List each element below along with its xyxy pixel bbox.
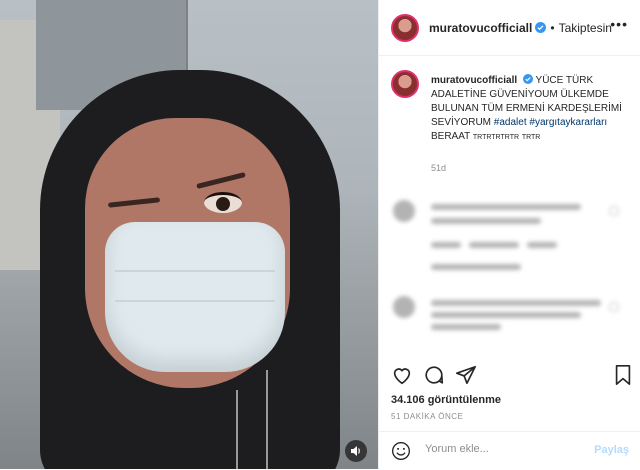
view-count[interactable]: 34.106 görüntülenme	[391, 394, 501, 406]
follow-status-button[interactable]: Takiptesin	[559, 21, 612, 35]
comment-box: Paylaş	[379, 431, 640, 470]
hoodie-string	[236, 390, 238, 469]
mask-fold	[115, 300, 275, 302]
paper-plane-icon[interactable]	[455, 364, 477, 386]
smile-icon[interactable]	[391, 441, 411, 461]
caption-trtr: TRTR	[521, 134, 541, 141]
post-header: muratovucofficiall • Takiptesin •••	[379, 0, 640, 56]
comment-icon[interactable]	[423, 364, 445, 386]
avatar[interactable]	[391, 70, 419, 98]
audio-toggle-button[interactable]	[345, 440, 367, 462]
hashtag-adalet[interactable]: #adalet	[494, 117, 527, 128]
post-sidebar: muratovucofficiall • Takiptesin ••• mura…	[378, 0, 640, 469]
caption-age: 51d	[431, 163, 447, 173]
post-comment-button[interactable]: Paylaş	[594, 444, 629, 456]
right-eye	[204, 192, 242, 213]
verified-badge-icon	[522, 74, 533, 84]
ellipsis-icon[interactable]: •••	[610, 16, 628, 32]
blurred-comment	[391, 296, 627, 336]
avatar[interactable]	[391, 13, 419, 42]
mask-fold	[115, 270, 275, 272]
separator-dot: •	[550, 20, 555, 35]
bookmark-icon[interactable]	[613, 364, 633, 386]
post-timestamp: 51 DAKİKA ÖNCE	[391, 412, 464, 421]
face-mask	[105, 222, 285, 372]
caption-text: muratovucofficiall YÜCE TÜRK ADALETİNE G…	[431, 74, 631, 175]
caption-username[interactable]: muratovucofficiall	[431, 75, 517, 86]
blurred-comment	[391, 200, 627, 270]
post-actions	[391, 360, 631, 390]
username-link[interactable]: muratovucofficiall	[429, 21, 532, 35]
post-media[interactable]	[0, 0, 378, 469]
heart-icon[interactable]	[391, 364, 413, 386]
speaker-icon	[351, 446, 360, 456]
caption-beraat: BERAAT	[431, 131, 471, 142]
caption-trtr: TRTRTRTRTR	[472, 134, 520, 141]
comment-input[interactable]	[423, 442, 587, 456]
hoodie-string	[266, 370, 268, 469]
hashtag-yargitay[interactable]: #yargıtaykararları	[529, 117, 607, 128]
verified-badge-icon	[535, 22, 547, 33]
